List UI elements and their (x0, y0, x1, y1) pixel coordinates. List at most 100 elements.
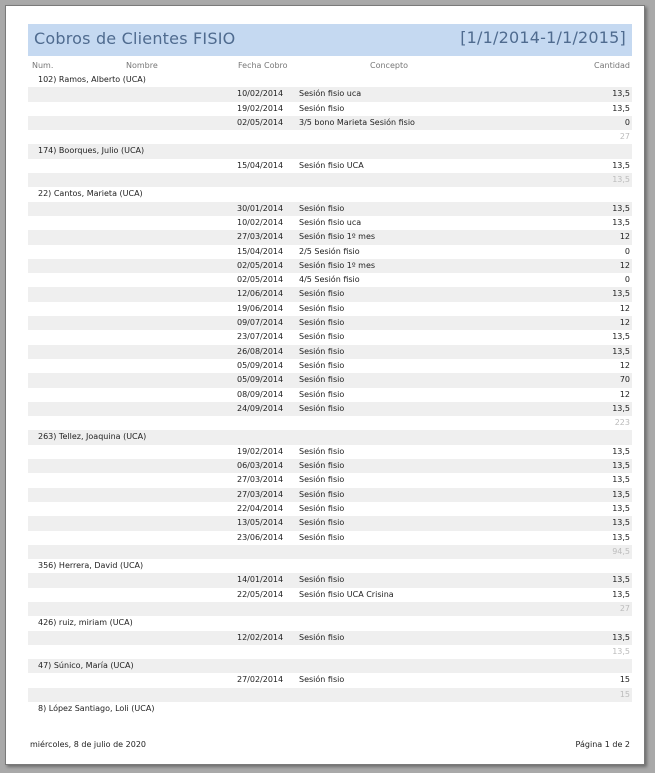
payment-concept: Sesión fisio (299, 203, 345, 213)
payment-date: 12/02/2014 (237, 632, 284, 642)
payment-amount: 13,5 (612, 589, 630, 599)
payment-amount: 12 (619, 360, 630, 370)
payment-concept: 2/5 Sesión fisio (299, 246, 360, 256)
payment-amount: 0 (624, 117, 630, 127)
payment-date: 06/03/2014 (237, 461, 284, 471)
payment-date: 15/04/2014 (237, 160, 284, 170)
payment-date: 19/02/2014 (237, 103, 284, 113)
payment-amount: 12 (619, 260, 630, 270)
payment-amount: 12 (619, 303, 630, 313)
payment-row: 05/09/2014 Sesión fisio 12 (28, 359, 632, 373)
column-header-cantidad: Cantidad (594, 61, 630, 70)
payment-concept: Sesión fisio (299, 632, 345, 642)
payment-amount: 12 (619, 318, 630, 328)
payment-amount: 15 (619, 675, 630, 685)
payment-concept: Sesión fisio UCA (299, 160, 364, 170)
payment-row: 12/06/2014 Sesión fisio 13,5 (28, 287, 632, 302)
payment-date: 02/05/2014 (237, 117, 284, 127)
client-name: 426) ruiz, miriam (UCA) (38, 618, 133, 628)
payment-concept: Sesión fisio (299, 375, 345, 385)
client-name: 356) Herrera, David (UCA) (38, 561, 144, 571)
report-rows: 102) Ramos, Alberto (UCA) 10/02/2014 Sesió… (28, 73, 632, 716)
payment-date: 10/02/2014 (237, 217, 284, 227)
subtotal-row: 13,5 (28, 173, 632, 188)
client-row: 22) Cantos, Marieta (UCA) (28, 187, 632, 201)
payment-date: 09/07/2014 (237, 318, 284, 328)
payment-amount: 0 (624, 275, 630, 285)
report-header: Cobros de Clientes FISIO [1/1/2014-1/1/2… (28, 24, 632, 56)
client-name: 263) Tellez, Joaquina (UCA) (38, 432, 147, 442)
payment-date: 27/03/2014 (237, 232, 284, 242)
payment-amount: 13,5 (612, 489, 630, 499)
payment-concept: Sesión fisio (299, 446, 345, 456)
column-header-nombre: Nombre (126, 61, 158, 70)
client-row: 174) Boorques, Julio (UCA) (28, 144, 632, 159)
payment-concept: Sesión fisio 1º mes (299, 232, 376, 242)
payment-concept: Sesión fisio (299, 475, 345, 485)
client-row: 102) Ramos, Alberto (UCA) (28, 73, 632, 87)
payment-amount: 0 (624, 246, 630, 256)
subtotal-row: 27 (28, 130, 632, 144)
client-row: 356) Herrera, David (UCA) (28, 559, 632, 573)
subtotal-amount: 15 (619, 689, 630, 699)
payment-amount: 13,5 (612, 203, 630, 213)
payment-date: 05/09/2014 (237, 375, 284, 385)
payment-date: 05/09/2014 (237, 360, 284, 370)
client-name: 22) Cantos, Marieta (UCA) (38, 189, 143, 199)
payment-concept: Sesión fisio uca (299, 89, 362, 99)
payment-concept: Sesión fisio 1º mes (299, 260, 376, 270)
payment-row: 15/04/2014 2/5 Sesión fisio 0 (28, 245, 632, 259)
subtotal-amount: 27 (619, 603, 630, 613)
payment-amount: 13,5 (612, 532, 630, 542)
payment-row: 22/05/2014 Sesión fisio UCA Crisina 13,5 (28, 588, 632, 602)
payment-amount: 13,5 (612, 518, 630, 528)
footer-date: miércoles, 8 de julio de 2020 (30, 740, 146, 749)
payment-amount: 13,5 (612, 289, 630, 299)
payment-amount: 13,5 (612, 632, 630, 642)
subtotal-amount: 94,5 (612, 546, 630, 556)
payment-concept: Sesión fisio (299, 461, 345, 471)
subtotal-amount: 13,5 (612, 175, 630, 185)
payment-date: 30/01/2014 (237, 203, 284, 213)
payment-row: 27/03/2014 Sesión fisio 13,5 (28, 473, 632, 487)
payment-amount: 13,5 (612, 217, 630, 227)
client-name: 8) López Santiago, Loli (UCA) (38, 704, 155, 714)
payment-concept: Sesión fisio (299, 332, 345, 342)
payment-row: 10/02/2014 Sesión fisio uca 13,5 (28, 216, 632, 230)
payment-amount: 13,5 (612, 89, 630, 99)
client-name: 47) Súnico, María (UCA) (38, 661, 134, 671)
payment-row: 23/07/2014 Sesión fisio 13,5 (28, 330, 632, 344)
payment-row: 02/05/2014 4/5 Sesión fisio 0 (28, 273, 632, 287)
payment-concept: Sesión fisio (299, 303, 345, 313)
payment-amount: 13,5 (612, 461, 630, 471)
payment-row: 30/01/2014 Sesión fisio 13,5 (28, 201, 632, 216)
payment-concept: Sesión fisio (299, 518, 345, 528)
payment-row: 10/02/2014 Sesión fisio uca 13,5 (28, 87, 632, 102)
payment-date: 27/03/2014 (237, 475, 284, 485)
payment-amount: 13,5 (612, 475, 630, 485)
payment-date: 24/09/2014 (237, 403, 284, 413)
payment-concept: Sesión fisio uca (299, 217, 362, 227)
payment-date: 27/02/2014 (237, 675, 284, 685)
payment-date: 27/03/2014 (237, 489, 284, 499)
payment-row: 02/05/2014 Sesión fisio 1º mes 12 (28, 258, 632, 274)
payment-row: 02/05/2014 3/5 bono Marieta Sesión fisio 0 (28, 115, 632, 131)
client-name: 102) Ramos, Alberto (UCA) (38, 75, 146, 84)
payment-concept: Sesión fisio (299, 489, 345, 499)
payment-row: 24/09/2014 Sesión fisio 13,5 (28, 401, 632, 417)
column-header-fecha: Fecha Cobro (238, 61, 288, 70)
payment-row: 19/06/2014 Sesión fisio 12 (28, 302, 632, 316)
payment-row: 15/04/2014 Sesión fisio UCA 13,5 (28, 159, 632, 173)
payment-concept: Sesión fisio (299, 532, 345, 542)
subtotal-amount: 223 (614, 418, 630, 428)
payment-date: 19/02/2014 (237, 446, 284, 456)
column-header-num: Num. (32, 61, 54, 70)
payment-amount: 13,5 (612, 160, 630, 170)
payment-amount: 13,5 (612, 446, 630, 456)
payment-date: 08/09/2014 (237, 389, 284, 399)
client-row: 8) López Santiago, Loli (UCA) (28, 702, 632, 716)
payment-concept: Sesión fisio (299, 103, 345, 113)
subtotal-amount: 27 (619, 132, 630, 142)
payment-concept: Sesión fisio (299, 503, 345, 513)
payment-row: 13/05/2014 Sesión fisio 13,5 (28, 516, 632, 531)
